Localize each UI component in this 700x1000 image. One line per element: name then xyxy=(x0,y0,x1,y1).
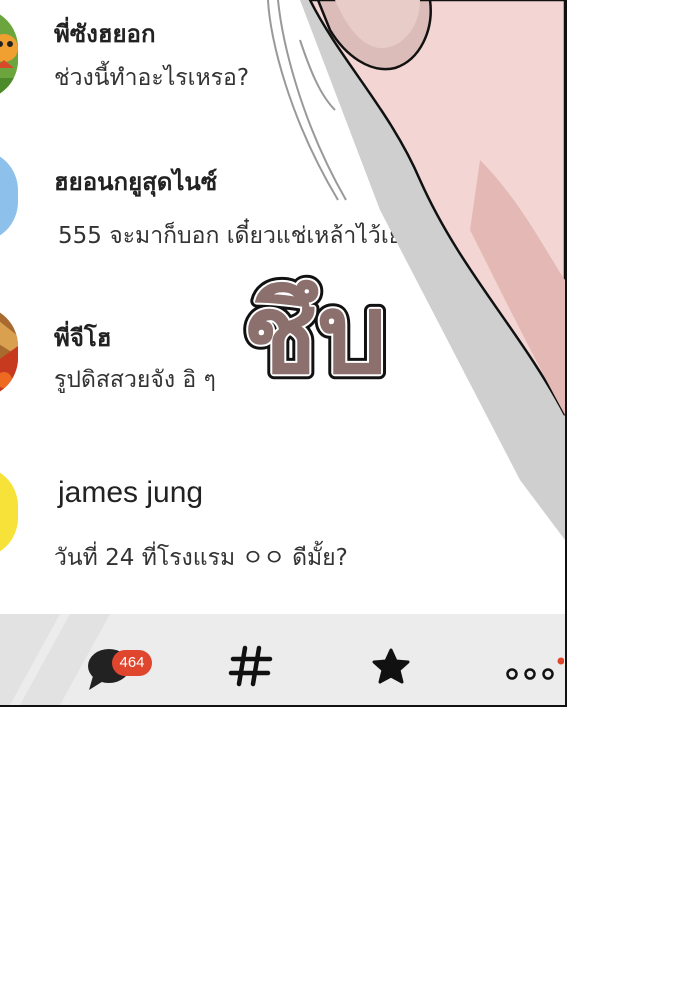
sound-effect: ชึบ ชึบ xyxy=(230,250,400,420)
tab-more[interactable] xyxy=(504,640,565,690)
star-icon xyxy=(372,648,410,684)
notification-dot xyxy=(557,657,565,665)
chat-name: พี่ซังฮยอก xyxy=(54,20,156,48)
chat-list-item[interactable]: พี่ซังฮยอก ช่วงนี้ทำอะไรเหรอ? xyxy=(0,0,565,110)
avatar xyxy=(0,8,18,100)
chat-list-item[interactable]: james jung วันที่ 24 ที่โรงแรม ㅇㅇ ดีมั้ย… xyxy=(0,460,565,590)
chat-preview: วันที่ 24 ที่โรงแรม ㅇㅇ ดีมั้ย? xyxy=(54,545,348,571)
hashtag-icon xyxy=(228,645,273,687)
chat-preview: ช่วงนี้ทำอะไรเหรอ? xyxy=(54,65,250,91)
sound-effect-text-inner: ชึบ xyxy=(243,270,387,398)
avatar xyxy=(0,150,18,242)
more-icon xyxy=(506,657,565,680)
avatar xyxy=(0,466,18,558)
chat-name: พี่จีโฮ xyxy=(54,324,112,352)
tab-favorites[interactable] xyxy=(366,640,416,690)
avatar xyxy=(0,306,18,398)
chat-name: james jung xyxy=(58,476,204,509)
chat-preview: 555 จะมาก็บอก เดี๋ยวแช่เหล้าไว้เย็น xyxy=(58,223,418,249)
unread-count-badge: 464 xyxy=(112,650,152,676)
chat-preview: รูปดิสสวยจัง อิ ๆ xyxy=(54,367,216,393)
chat-name: ฮยอนกยูสุดไนซ์ xyxy=(54,168,218,196)
tab-hashtag[interactable] xyxy=(226,640,276,690)
chat-list-item[interactable]: ฮยอนกยูสุดไนซ์ 555 จะมาก็บอก เดี๋ยวแช่เห… xyxy=(0,140,565,260)
